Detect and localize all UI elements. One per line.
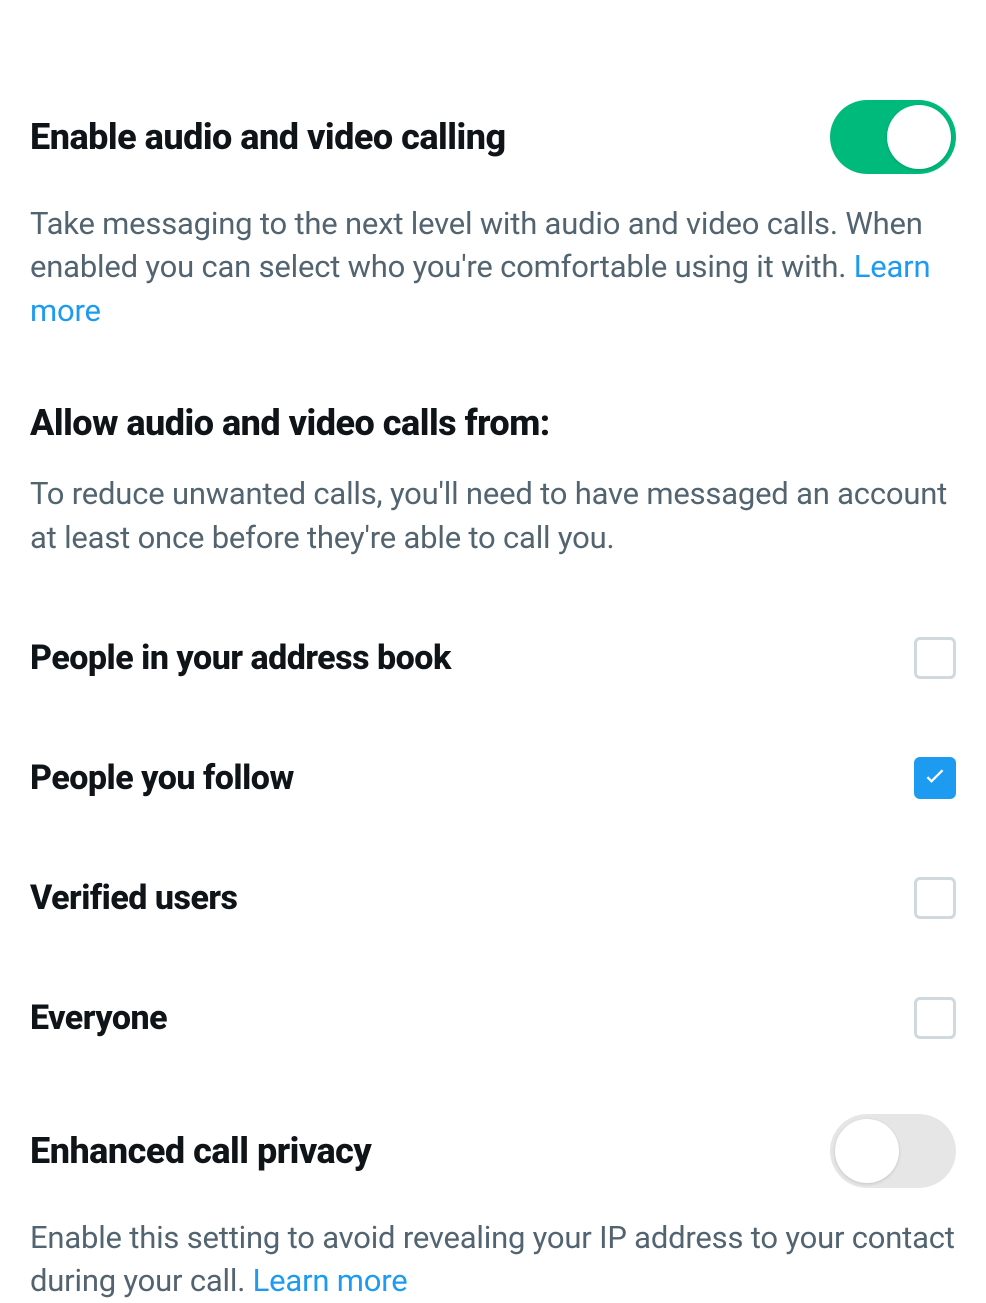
enhanced-privacy-learn-more-link[interactable]: Learn more: [253, 1262, 408, 1299]
option-everyone-checkbox[interactable]: [914, 997, 956, 1039]
toggle-knob: [887, 105, 951, 169]
enhanced-privacy-row: Enhanced call privacy: [30, 1039, 956, 1188]
option-verified-users-row: Verified users: [30, 799, 956, 919]
option-address-book-checkbox[interactable]: [914, 637, 956, 679]
option-verified-users-label: Verified users: [30, 878, 238, 918]
check-icon: [921, 764, 949, 792]
allow-from-description: To reduce unwanted calls, you'll need to…: [30, 472, 956, 559]
enhanced-privacy-description: Enable this setting to avoid revealing y…: [30, 1216, 956, 1303]
option-people-you-follow-checkbox[interactable]: [914, 757, 956, 799]
allow-from-title: Allow audio and video calls from:: [30, 402, 956, 444]
enable-calling-description: Take messaging to the next level with au…: [30, 202, 956, 332]
enable-calling-description-text: Take messaging to the next level with au…: [30, 205, 923, 285]
enhanced-privacy-description-text: Enable this setting to avoid revealing y…: [30, 1219, 955, 1299]
toggle-knob: [835, 1119, 899, 1183]
allow-from-section: Allow audio and video calls from: To red…: [30, 402, 956, 559]
option-verified-users-checkbox[interactable]: [914, 877, 956, 919]
option-address-book-label: People in your address book: [30, 638, 451, 678]
option-everyone-row: Everyone: [30, 919, 956, 1039]
enable-calling-row: Enable audio and video calling: [30, 30, 956, 174]
option-people-you-follow-row: People you follow: [30, 679, 956, 799]
option-everyone-label: Everyone: [30, 998, 167, 1038]
enhanced-privacy-toggle[interactable]: [830, 1114, 956, 1188]
enhanced-privacy-title: Enhanced call privacy: [30, 1130, 371, 1172]
option-people-you-follow-label: People you follow: [30, 758, 294, 798]
enable-calling-title: Enable audio and video calling: [30, 116, 506, 158]
option-address-book-row: People in your address book: [30, 559, 956, 679]
enable-calling-toggle[interactable]: [830, 100, 956, 174]
